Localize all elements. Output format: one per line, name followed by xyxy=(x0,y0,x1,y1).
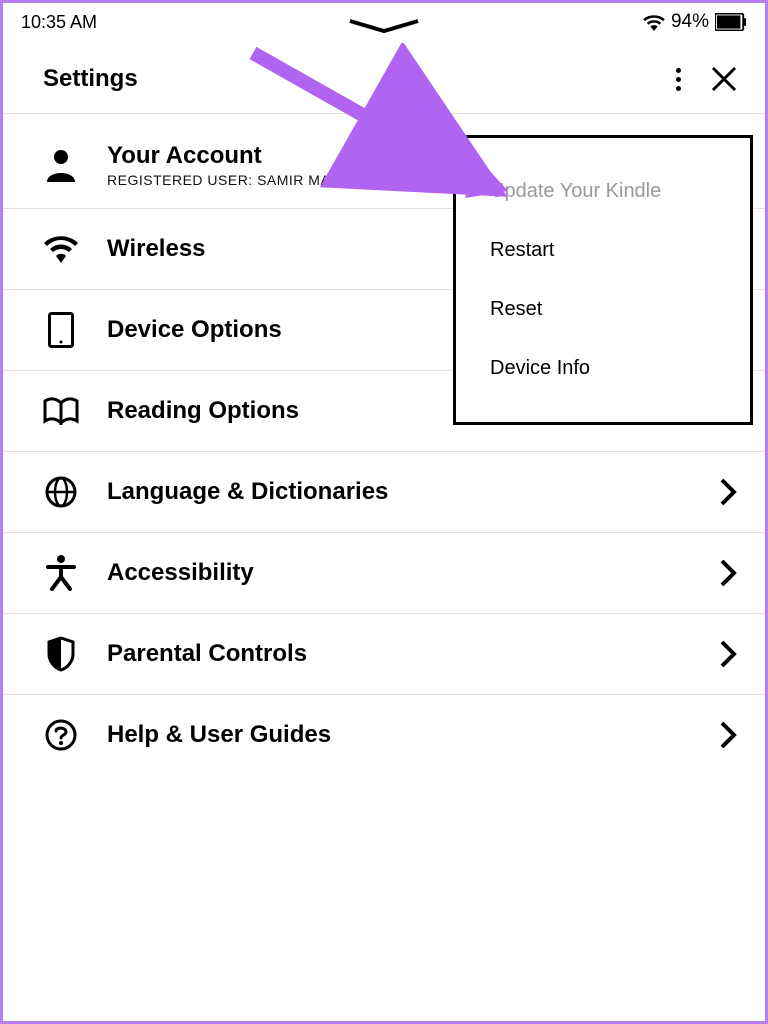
globe-icon xyxy=(43,474,79,510)
menu-item-update[interactable]: Update Your Kindle xyxy=(490,162,726,221)
battery-percent: 94% xyxy=(671,11,709,33)
person-icon xyxy=(43,147,79,183)
status-time: 10:35 AM xyxy=(21,12,97,33)
row-help-guides[interactable]: Help & User Guides xyxy=(3,695,765,775)
chevron-right-icon xyxy=(719,558,737,588)
row-parental-controls[interactable]: Parental Controls xyxy=(3,614,765,695)
drag-handle-icon[interactable] xyxy=(344,17,424,35)
more-menu-button[interactable] xyxy=(676,68,681,91)
settings-header: Settings xyxy=(3,37,765,114)
help-icon xyxy=(43,717,79,753)
menu-item-reset[interactable]: Reset xyxy=(490,280,726,339)
menu-item-device-info[interactable]: Device Info xyxy=(490,339,726,398)
status-right: 94% xyxy=(643,11,747,33)
chevron-right-icon xyxy=(719,639,737,669)
battery-icon xyxy=(715,13,747,31)
row-title: Parental Controls xyxy=(107,640,691,668)
chevron-right-icon xyxy=(719,477,737,507)
overflow-menu: Update Your Kindle Restart Reset Device … xyxy=(453,135,753,425)
close-icon[interactable] xyxy=(711,66,737,92)
row-title: Language & Dictionaries xyxy=(107,478,691,506)
row-language-dictionaries[interactable]: Language & Dictionaries xyxy=(3,452,765,533)
tablet-icon xyxy=(43,312,79,348)
chevron-right-icon xyxy=(719,720,737,750)
page-title: Settings xyxy=(43,65,138,93)
accessibility-icon xyxy=(43,555,79,591)
wifi-icon xyxy=(43,231,79,267)
wifi-icon xyxy=(643,13,665,31)
menu-item-restart[interactable]: Restart xyxy=(490,221,726,280)
row-accessibility[interactable]: Accessibility xyxy=(3,533,765,614)
row-title: Accessibility xyxy=(107,559,691,587)
book-icon xyxy=(43,393,79,429)
shield-icon xyxy=(43,636,79,672)
row-title: Help & User Guides xyxy=(107,721,691,749)
